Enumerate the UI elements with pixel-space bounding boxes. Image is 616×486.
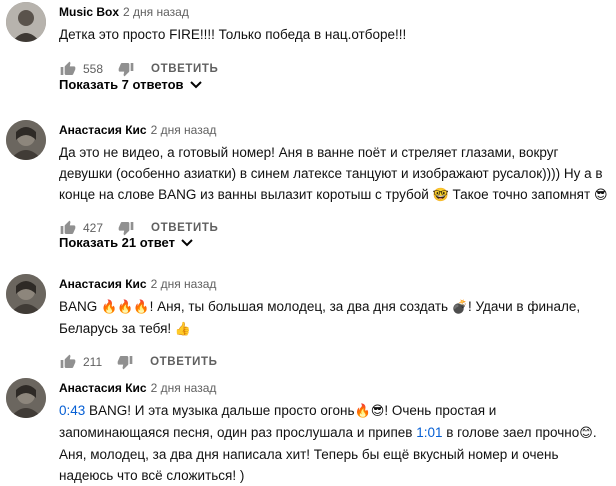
reply-button[interactable]: ОТВЕТИТЬ [151, 63, 218, 75]
show-replies-label: Показать 21 ответ [59, 235, 175, 250]
thumb-down-icon[interactable] [117, 60, 135, 78]
comment-text-segment: BANG [59, 299, 102, 314]
emoji: 👍 [174, 322, 192, 337]
comment-text-segment: Детка это просто FIRE!!!! Только победа … [59, 27, 407, 42]
like-count: 558 [83, 62, 104, 76]
like-count: 211 [83, 355, 103, 369]
comment-author[interactable]: Анастасия Кис [59, 123, 147, 137]
show-replies-label: Показать 7 ответов [59, 77, 184, 92]
avatar[interactable] [6, 120, 46, 160]
comment-text: 0:43 BANG! И эта музыка дальше просто ог… [59, 400, 610, 486]
emoji: 😊 [579, 426, 593, 441]
like-count: 427 [83, 221, 104, 235]
chevron-down-icon [181, 235, 193, 250]
comment-text-segment: Такое точно запомнят [448, 187, 594, 202]
emoji: 🤓 [432, 188, 449, 203]
avatar[interactable] [6, 2, 46, 42]
comment-text-segment: ! Аня, ты большая молодец, за два дня со… [149, 299, 452, 314]
comment-date[interactable]: 2 дня назад [151, 381, 217, 395]
comment-text-segment: BANG! И эта музыка дальше просто огонь [85, 403, 355, 418]
comment-text: BANG 🔥🔥🔥! Аня, ты большая молодец, за дв… [59, 296, 610, 340]
comment-author[interactable]: Анастасия Кис [59, 277, 147, 291]
emoji: 💣 [451, 300, 468, 315]
chevron-down-icon [189, 77, 202, 92]
avatar[interactable] [6, 274, 46, 314]
show-replies-button[interactable]: Показать 21 ответ [59, 235, 193, 250]
comment-author[interactable]: Music Box [59, 5, 119, 19]
timestamp-link[interactable]: 1:01 [416, 425, 442, 440]
avatar[interactable] [6, 378, 46, 418]
thumb-up-icon[interactable] [59, 353, 77, 371]
thumb-up-icon[interactable] [59, 60, 77, 78]
comment-date[interactable]: 2 дня назад [151, 277, 217, 291]
comment-date[interactable]: 2 дня назад [123, 5, 189, 19]
comment-text-segment: в голове заел прочно [442, 425, 580, 440]
thumb-down-icon[interactable] [116, 353, 134, 371]
emoji: 😎 [593, 188, 608, 203]
emoji: 🔥🔥🔥 [101, 300, 150, 315]
emoji: 🔥😎 [354, 404, 385, 419]
reply-button[interactable]: ОТВЕТИТЬ [151, 222, 218, 234]
timestamp-link[interactable]: 0:43 [59, 403, 85, 418]
comment-text: Да это не видео, а готовый номер! Аня в … [59, 142, 610, 206]
comment-author[interactable]: Анастасия Кис [59, 381, 147, 395]
comment-date[interactable]: 2 дня назад [151, 123, 217, 137]
comment-text: Детка это просто FIRE!!!! Только победа … [59, 24, 610, 45]
show-replies-button[interactable]: Показать 7 ответов [59, 77, 202, 92]
reply-button[interactable]: ОТВЕТИТЬ [150, 356, 217, 368]
